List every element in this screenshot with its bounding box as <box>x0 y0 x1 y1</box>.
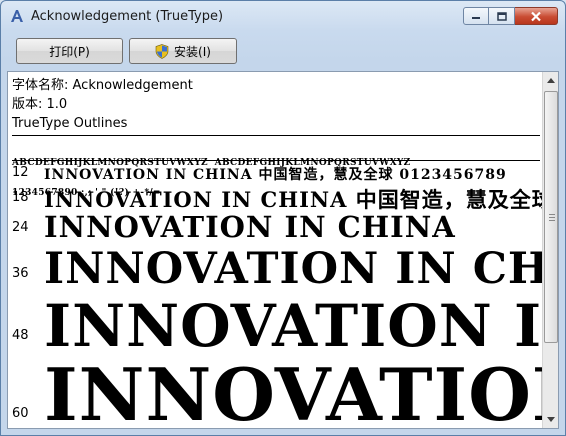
sample-size-label: 48 <box>12 328 29 343</box>
sample-row-18: 18 INNOVATION IN CHINA 中国智造，慧及全球 <box>8 184 542 212</box>
grip-line <box>549 217 555 218</box>
sample-row-36: 36 INNOVATION IN CHINA <box>8 248 542 298</box>
close-button[interactable] <box>515 7 558 25</box>
scroll-up-button[interactable] <box>543 72 558 89</box>
close-icon <box>531 11 541 21</box>
sample-row-24: 24 INNOVATION IN CHINA <box>8 212 542 248</box>
print-button[interactable]: 打印(P) <box>16 38 123 64</box>
font-version-line: 版本: 1.0 <box>12 97 68 112</box>
divider <box>12 160 540 161</box>
sample-text: INNOVATION IN CHINA <box>44 358 542 428</box>
sample-row-12: 12 INNOVATION IN CHINA 中国智造，慧及全球 0123456… <box>8 164 542 184</box>
minimize-button[interactable] <box>463 7 489 25</box>
window-title: Acknowledgement (TrueType) <box>31 9 224 24</box>
print-button-label: 打印(P) <box>49 44 90 59</box>
sample-text: INNOVATION IN CHINA 中国智造，慧及全球 0123456789 <box>44 167 507 183</box>
divider <box>12 135 540 136</box>
sample-size-label: 12 <box>12 165 29 180</box>
vertical-scrollbar[interactable] <box>542 72 558 428</box>
sample-row-60: 60 INNOVATION IN CHINA <box>8 358 542 428</box>
toolbar: 打印(P) 安装(I) <box>7 31 559 71</box>
grip-line <box>549 220 555 221</box>
sample-text: INNOVATION IN CHINA <box>44 212 456 244</box>
maximize-icon <box>496 11 507 21</box>
sample-text: INNOVATION IN CHINA <box>44 298 542 358</box>
sample-text: INNOVATION IN CHINA 中国智造，慧及全球 <box>44 187 542 212</box>
font-type-line: TrueType Outlines <box>12 116 128 131</box>
maximize-button[interactable] <box>489 7 515 25</box>
font-preview-pane: 字体名称: Acknowledgement 版本: 1.0 TrueType O… <box>7 71 559 429</box>
title-bar[interactable]: Acknowledgement (TrueType) <box>1 1 565 31</box>
minimize-icon <box>472 17 480 19</box>
sample-size-label: 18 <box>12 190 29 205</box>
shield-icon <box>155 43 169 59</box>
sample-size-label: 36 <box>12 266 29 281</box>
sample-text: INNOVATION IN CHINA <box>44 248 542 294</box>
arrow-up-icon <box>547 78 555 83</box>
scrollbar-thumb[interactable] <box>544 91 558 343</box>
arrow-down-icon <box>547 417 555 422</box>
font-name-line: 字体名称: Acknowledgement <box>12 78 193 93</box>
sample-size-label: 60 <box>12 406 29 421</box>
sample-row-48: 48 INNOVATION IN CHINA <box>8 298 542 358</box>
font-viewer-window: Acknowledgement (TrueType) 打印(P) 安装(I) 字… <box>0 0 566 436</box>
install-button[interactable]: 安装(I) <box>129 38 237 64</box>
font-info: 字体名称: Acknowledgement 版本: 1.0 TrueType O… <box>12 76 193 133</box>
grip-line <box>549 214 555 215</box>
install-button-label: 安装(I) <box>174 44 211 59</box>
sample-size-label: 24 <box>12 220 29 235</box>
font-app-icon <box>11 10 23 22</box>
scroll-down-button[interactable] <box>543 411 558 428</box>
